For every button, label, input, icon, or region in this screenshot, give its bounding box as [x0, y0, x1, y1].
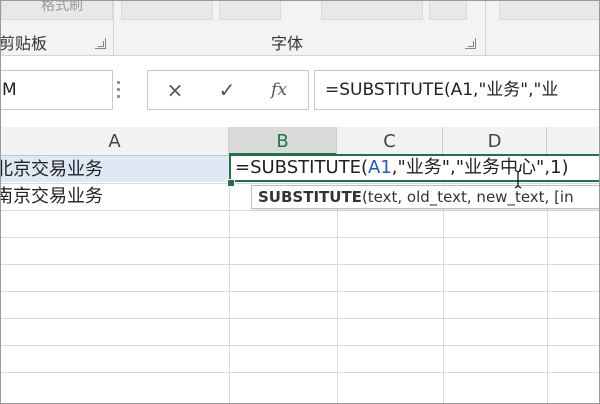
name-box[interactable]: M [1, 70, 113, 110]
gridline [1, 210, 599, 211]
gridline [1, 264, 599, 265]
column-header-c[interactable]: C [337, 127, 443, 155]
gridline [1, 372, 599, 373]
column-header-b[interactable]: B [229, 127, 337, 155]
column-headers: A B C D [1, 127, 599, 156]
fill-handle[interactable] [227, 179, 235, 187]
format-painter-label[interactable]: 格式刷 [41, 1, 83, 15]
enter-icon[interactable]: ✓ [212, 75, 242, 105]
drag-handle-icon[interactable] [117, 81, 121, 99]
cell-a2[interactable]: 南京交易业务 [1, 183, 229, 209]
cell-a1[interactable]: 北京交易业务 [1, 156, 229, 182]
formula-suffix: ,"业务","业务中心",1) [391, 157, 569, 178]
cell-a1-text: 北京交易业务 [0, 159, 103, 180]
column-header-a[interactable]: A [1, 127, 229, 155]
ribbon-divider [485, 1, 486, 55]
clipboard-group-label: 剪贴板 [0, 34, 48, 53]
ribbon-divider [113, 1, 114, 55]
font-ribbon-control[interactable] [429, 1, 467, 20]
font-ribbon-control[interactable] [121, 1, 213, 20]
formula-bar: M × ✓ fx =SUBSTITUTE(A1,"业务","业 [1, 56, 599, 126]
gridline [229, 155, 230, 403]
worksheet-grid[interactable]: A B C D 北京交易业务 南京交易业务 =SUBSTITUTE(A1,"业务… [1, 127, 599, 403]
cell-b1-editor[interactable]: =SUBSTITUTE(A1,"业务","业务中心",1) [229, 154, 599, 182]
font-ribbon-control[interactable] [321, 1, 423, 20]
text-cursor-icon [514, 169, 522, 189]
formula-prefix: =SUBSTITUTE( [235, 157, 369, 178]
gridline [1, 237, 599, 238]
function-tooltip[interactable]: SUBSTITUTE(text, old_text, new_text, [in [251, 185, 599, 209]
insert-function-icon[interactable]: fx [264, 75, 294, 105]
ribbon: 格式刷 剪贴板 字体 [1, 1, 599, 56]
spreadsheet-window: 格式刷 剪贴板 字体 M × ✓ fx =SUBSTITUTE(A1,"业务",… [0, 0, 600, 404]
function-arguments: (text, old_text, new_text, [in [361, 188, 574, 206]
font-group-label: 字体 [271, 34, 304, 53]
gridline [1, 318, 599, 319]
cancel-icon[interactable]: × [160, 75, 190, 105]
dialog-launcher-icon[interactable] [465, 38, 476, 49]
font-ribbon-control[interactable] [219, 1, 281, 20]
alignment-ribbon-control[interactable] [499, 1, 599, 20]
gridline [1, 291, 599, 292]
column-header-d[interactable]: D [443, 127, 547, 155]
cell-a2-text: 南京交易业务 [0, 186, 103, 207]
function-name[interactable]: SUBSTITUTE [258, 188, 362, 206]
cell-reference: A1 [368, 157, 392, 178]
column-header-e[interactable] [547, 127, 599, 155]
formula-input[interactable]: =SUBSTITUTE(A1,"业务","业 [314, 70, 599, 110]
dialog-launcher-icon[interactable] [95, 38, 106, 49]
gridline [1, 345, 599, 346]
formula-buttons: × ✓ fx [147, 70, 309, 110]
